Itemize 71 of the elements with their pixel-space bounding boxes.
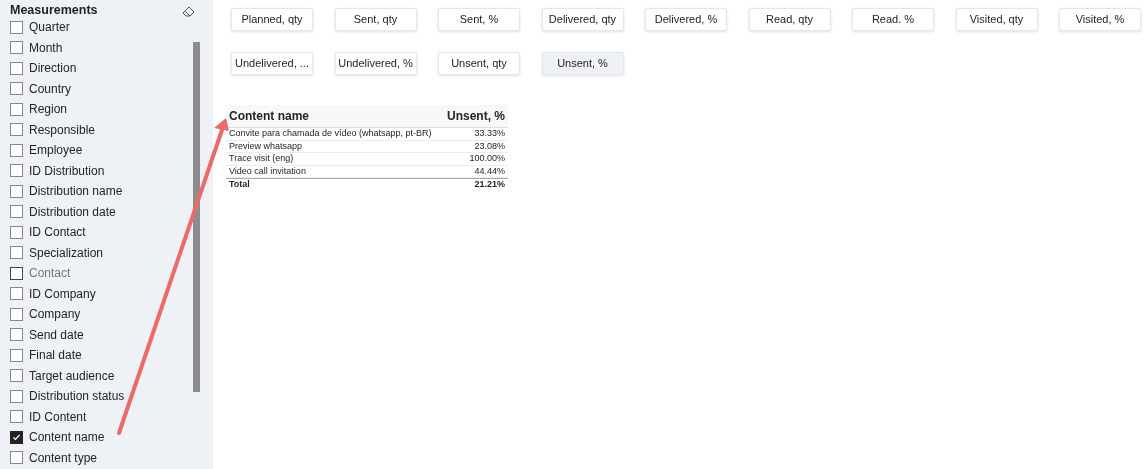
checkbox[interactable] bbox=[10, 328, 23, 342]
table-cell: Video call invitation bbox=[229, 164, 306, 178]
measure-button[interactable]: Undelivered, % bbox=[334, 52, 417, 75]
field-item[interactable]: Distribution date bbox=[10, 201, 213, 222]
checkbox[interactable] bbox=[10, 369, 23, 383]
field-item[interactable]: ID Contact bbox=[10, 222, 213, 243]
measure-button[interactable]: Undelivered, ... bbox=[231, 52, 313, 75]
field-item[interactable]: Distribution status bbox=[10, 386, 213, 407]
measure-button[interactable]: Read, qty bbox=[748, 8, 831, 31]
field-item[interactable]: Country bbox=[10, 78, 213, 99]
field-item[interactable]: Quarter bbox=[10, 17, 213, 38]
table-cell: Preview whatsapp bbox=[229, 139, 303, 153]
field-item[interactable]: Final date bbox=[10, 345, 213, 366]
check-icon bbox=[12, 432, 21, 442]
checkbox[interactable] bbox=[10, 41, 23, 55]
measure-button[interactable]: Read. % bbox=[852, 8, 934, 31]
measure-button[interactable]: Planned, qty bbox=[231, 8, 313, 31]
checkbox[interactable] bbox=[10, 348, 23, 362]
table-cell-text: 100.00% bbox=[469, 152, 505, 165]
field-item[interactable]: Send date bbox=[10, 324, 213, 345]
measure-button[interactable]: Visited, qty bbox=[955, 8, 1038, 31]
panel-title: Measurements bbox=[10, 1, 98, 19]
field-item[interactable]: Target audience bbox=[10, 365, 213, 386]
column-header[interactable]: Content name bbox=[229, 107, 309, 125]
field-item[interactable]: Region bbox=[10, 99, 213, 120]
field-item[interactable]: Content name bbox=[10, 427, 213, 448]
field-item[interactable]: ID Content bbox=[10, 406, 213, 427]
checkbox[interactable] bbox=[10, 287, 23, 301]
eraser-icon[interactable] bbox=[182, 5, 195, 18]
checkbox[interactable] bbox=[10, 307, 23, 321]
table-cell: 23.08% bbox=[474, 139, 505, 153]
checkbox[interactable] bbox=[10, 246, 23, 260]
checkbox[interactable] bbox=[10, 61, 23, 75]
column-header[interactable]: Unsent, % bbox=[447, 107, 505, 125]
field-item[interactable]: Month bbox=[10, 37, 213, 58]
checkbox[interactable] bbox=[10, 184, 23, 198]
measure-button[interactable]: Delivered, % bbox=[645, 8, 727, 31]
checkbox[interactable] bbox=[10, 451, 23, 465]
checkbox[interactable] bbox=[10, 205, 23, 219]
measure-button[interactable]: Sent, % bbox=[438, 8, 520, 31]
total-cell: Total bbox=[229, 178, 250, 192]
scrollbar[interactable] bbox=[193, 42, 200, 392]
checkbox[interactable] bbox=[10, 389, 23, 403]
field-item[interactable]: Specialization bbox=[10, 242, 213, 263]
table-cell-text: Trace visit (eng) bbox=[229, 152, 294, 165]
total-cell: 21.21% bbox=[474, 178, 505, 192]
checkbox[interactable] bbox=[10, 102, 23, 116]
checkbox[interactable] bbox=[10, 20, 23, 34]
checkbox[interactable] bbox=[10, 225, 23, 239]
checkbox[interactable] bbox=[10, 164, 23, 178]
field-item[interactable]: Company bbox=[10, 304, 213, 325]
measure-button[interactable]: Delivered, qty bbox=[541, 8, 624, 31]
field-item[interactable]: Responsible bbox=[10, 119, 213, 140]
field-item[interactable]: Direction bbox=[10, 58, 213, 79]
checkbox[interactable] bbox=[10, 123, 23, 137]
field-item[interactable]: Content type bbox=[10, 447, 213, 468]
measure-button[interactable]: Sent, qty bbox=[334, 8, 417, 31]
measure-button[interactable]: Unsent, % bbox=[541, 52, 624, 75]
field-item[interactable]: ID Company bbox=[10, 283, 213, 304]
table-cell: 44.44% bbox=[474, 164, 505, 178]
measure-button[interactable]: Unsent, qty bbox=[438, 52, 520, 75]
table-cell-text: 33.33% bbox=[474, 127, 505, 140]
field-item[interactable]: Distribution name bbox=[10, 181, 213, 202]
checkbox[interactable] bbox=[10, 82, 23, 96]
field-item[interactable]: Employee bbox=[10, 140, 213, 161]
checkbox[interactable] bbox=[10, 143, 23, 157]
field-item[interactable]: ID Distribution bbox=[10, 160, 213, 181]
checkbox[interactable] bbox=[10, 410, 23, 424]
checkbox[interactable] bbox=[10, 430, 23, 444]
measure-button[interactable]: Visited, % bbox=[1059, 8, 1141, 31]
table-cell-text: Convite para chamada de vídeo (whatsapp, pt-BR) bbox=[229, 127, 432, 140]
